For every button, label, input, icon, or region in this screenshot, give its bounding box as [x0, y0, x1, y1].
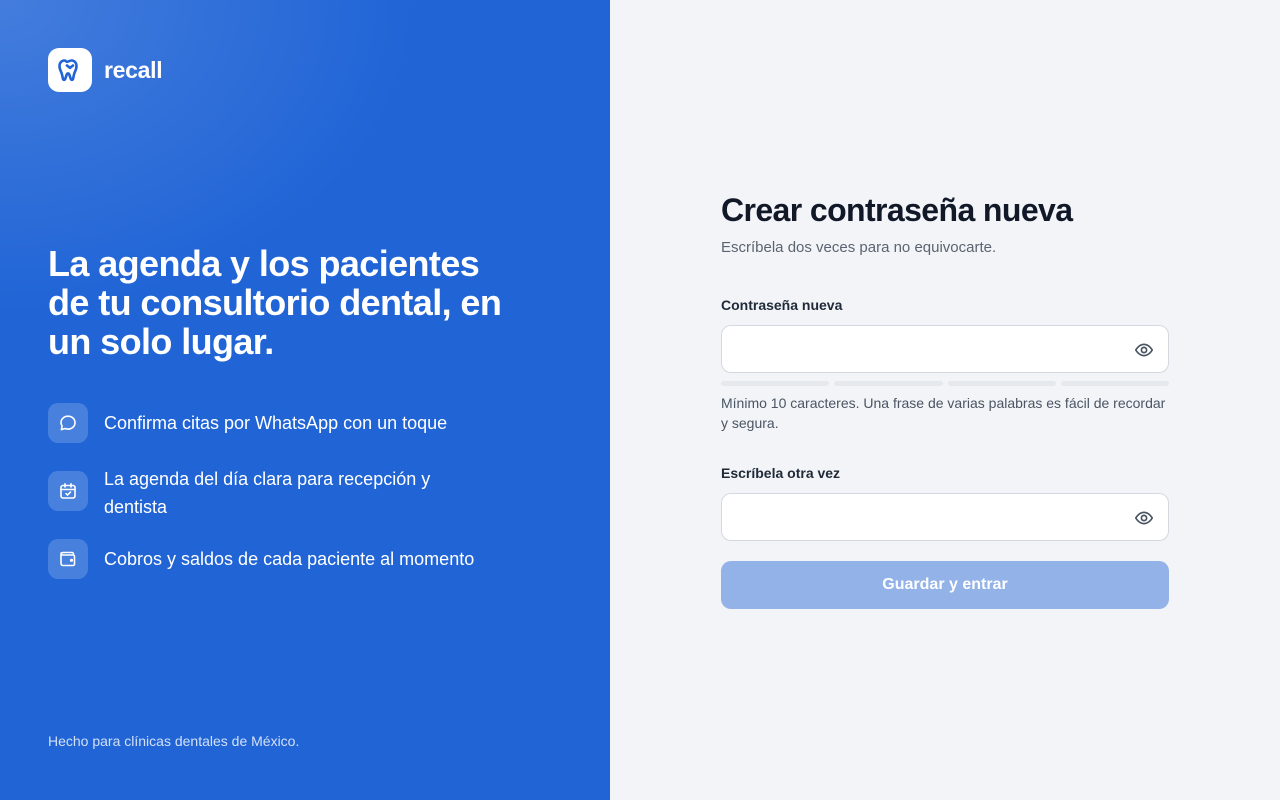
new-password-label: Contraseña nueva — [721, 297, 843, 313]
create-password-form: Crear contraseña nueva Escríbela dos vec… — [721, 190, 1169, 609]
feature-text: Cobros y saldos de cada paciente al mome… — [104, 549, 475, 569]
page-subtitle: Escríbela dos veces para no equivocarte. — [721, 239, 997, 256]
password-hint: Mínimo 10 caracteres. Una frase de varia… — [721, 395, 1166, 431]
feature-item-agenda: La agenda del día clara para recepción y… — [48, 469, 494, 521]
chat-bubble-icon — [60, 415, 76, 431]
feature-text: La agenda del día clara para recepción y… — [104, 469, 431, 517]
password-strength-meter — [721, 381, 1169, 386]
brand-panel: recall La agenda y los pacientes de tu c… — [0, 0, 610, 800]
new-password-input[interactable] — [722, 326, 1122, 372]
tooth-icon — [58, 59, 78, 82]
eye-icon — [1134, 511, 1154, 525]
feature-item-cobros: Cobros y saldos de cada paciente al mome… — [48, 539, 474, 579]
eye-icon — [1134, 343, 1154, 357]
wallet-icon — [60, 551, 76, 567]
feature-text: Confirma citas por WhatsApp con un toque — [104, 413, 448, 433]
feature-item-whatsapp: Confirma citas por WhatsApp con un toque — [48, 403, 447, 443]
save-and-enter-button[interactable]: Guardar y entrar — [721, 561, 1169, 609]
strength-segment — [1060, 381, 1169, 386]
brand-headline: La agenda y los pacientes de tu consulto… — [48, 243, 502, 362]
confirm-password-label: Escríbela otra vez — [721, 465, 841, 481]
logo-badge — [48, 48, 92, 92]
toggle-new-password-visibility-button[interactable] — [1132, 338, 1156, 362]
strength-segment — [721, 381, 830, 386]
page-title: Crear contraseña nueva — [721, 192, 1073, 228]
brand-footnote: Hecho para clínicas dentales de México. — [48, 733, 300, 749]
toggle-confirm-password-visibility-button[interactable] — [1132, 506, 1156, 530]
form-panel: Crear contraseña nueva Escríbela dos vec… — [610, 0, 1280, 800]
confirm-password-input[interactable] — [722, 494, 1122, 540]
calendar-check-icon — [60, 483, 76, 499]
brand-logo: recall — [48, 48, 163, 92]
strength-segment — [947, 381, 1056, 386]
strength-segment — [834, 381, 943, 386]
confirm-password-field-wrapper — [721, 493, 1169, 541]
brand-name: recall — [104, 56, 163, 83]
new-password-field-wrapper — [721, 325, 1169, 373]
